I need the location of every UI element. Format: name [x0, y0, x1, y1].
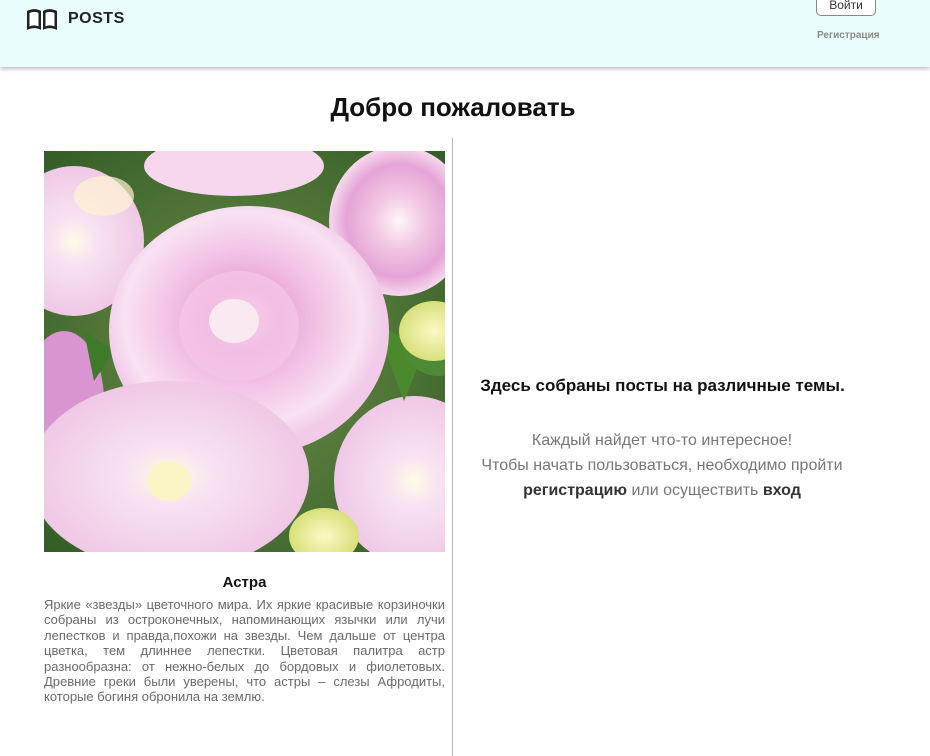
intro-login-link[interactable]: вход [763, 482, 801, 499]
login-button[interactable]: Войти [816, 0, 876, 16]
card-description: Яркие «звезды» цветочного мира. Их яркие… [44, 597, 445, 705]
column-divider [452, 138, 453, 756]
intro-line-2: Чтобы начать пользоваться, необходимо пр… [481, 457, 843, 474]
intro-line-3: регистрацию или осуществить вход [462, 478, 862, 503]
logo[interactable]: POSTS [26, 6, 125, 32]
intro-text: Каждый найдет что-то интересное! Чтобы н… [462, 428, 862, 503]
page-title: Добро пожаловать [330, 92, 576, 122]
register-link[interactable]: Регистрация [817, 30, 880, 41]
intro-line-1: Каждый найдет что-то интересное! [531, 432, 793, 449]
brand-name: POSTS [68, 10, 125, 27]
card-title: Астра [222, 574, 267, 591]
intro-register-link[interactable]: регистрацию [523, 482, 627, 499]
header: POSTS Войти Регистрация [0, 0, 930, 67]
aster-image [44, 151, 445, 552]
intro-middle-text: или осуществить [627, 482, 763, 499]
intro-heading: Здесь собраны посты на различные темы. [480, 376, 845, 395]
book-icon [27, 9, 57, 30]
